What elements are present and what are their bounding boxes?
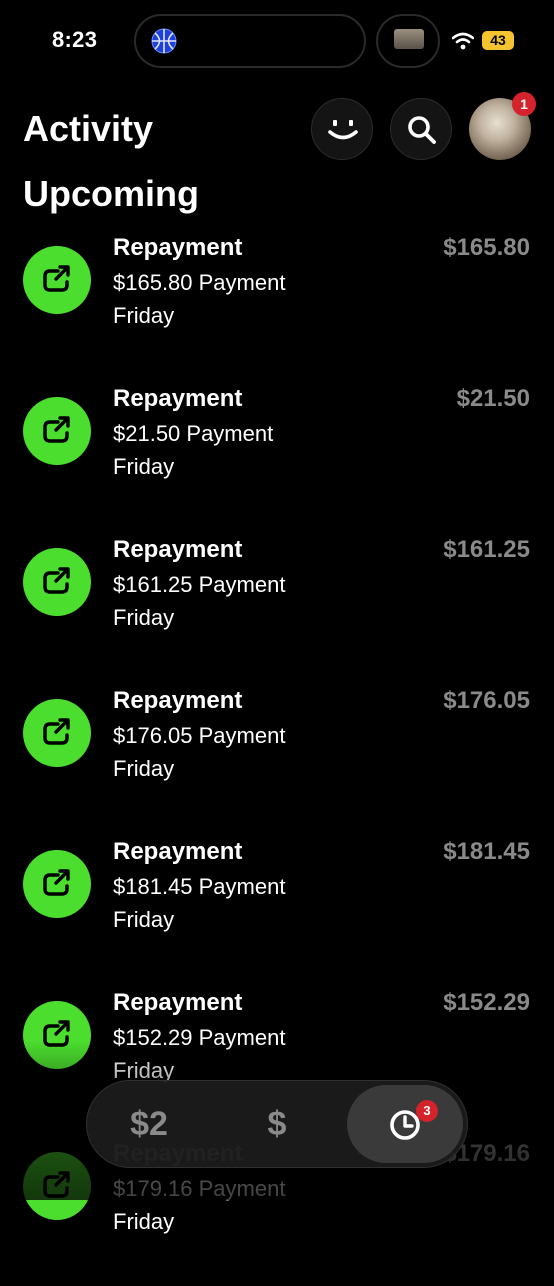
- tab-activity[interactable]: [347, 1081, 463, 1167]
- search-button[interactable]: [390, 98, 452, 160]
- item-title: Repayment: [113, 385, 243, 412]
- item-subtitle: $21.50 Payment: [113, 421, 274, 446]
- list-item[interactable]: Repayment $21.50 Payment Friday $21.50: [0, 381, 554, 531]
- item-amount: $181.45: [443, 838, 530, 865]
- repeat-icon: [43, 1171, 70, 1198]
- smile-icon: [328, 120, 358, 140]
- item-subtitle: $152.29 Payment: [113, 1025, 286, 1050]
- repayment-icon-circle: [23, 850, 91, 918]
- repayment-icon-circle: [23, 699, 91, 767]
- item-subtitle: $176.05 Payment: [113, 723, 286, 748]
- item-subtitle: $165.80 Payment: [113, 270, 286, 295]
- item-amount: $152.29: [443, 989, 530, 1016]
- item-day: Friday: [113, 907, 175, 932]
- item-amount: $165.80: [443, 234, 530, 261]
- status-bar: 8:23 43: [0, 0, 554, 90]
- list-item[interactable]: Repayment $161.25 Payment Friday $161.25: [0, 532, 554, 682]
- clock-icon: [390, 1110, 420, 1140]
- repayment-icon-circle: [23, 548, 91, 616]
- page-title: Activity: [23, 108, 154, 149]
- activity-badge: 3: [416, 1100, 438, 1122]
- battery-indicator: 43: [482, 31, 514, 50]
- item-subtitle: $181.45 Payment: [113, 874, 286, 899]
- item-day: Friday: [113, 303, 175, 328]
- item-title: Repayment: [113, 989, 243, 1016]
- repayment-icon-circle: [23, 397, 91, 465]
- basketball-icon: [151, 28, 177, 54]
- repeat-icon: [43, 1020, 70, 1047]
- tab-cash[interactable]: $2: [107, 1081, 191, 1167]
- repeat-icon: [43, 416, 70, 443]
- item-title: Repayment: [113, 687, 243, 714]
- section-title: Upcoming: [23, 173, 199, 214]
- tab-money[interactable]: $: [237, 1081, 317, 1167]
- item-day: Friday: [113, 1209, 175, 1234]
- item-amount: $176.05: [443, 687, 530, 714]
- repeat-icon: [43, 869, 70, 896]
- repayment-icon-circle: [23, 246, 91, 314]
- item-title: Repayment: [113, 234, 243, 261]
- item-subtitle: $161.25 Payment: [113, 572, 286, 597]
- item-subtitle: $179.16 Payment: [113, 1176, 286, 1201]
- dynamic-island[interactable]: [134, 14, 366, 68]
- item-day: Friday: [113, 756, 175, 781]
- repeat-icon: [43, 718, 70, 745]
- item-amount: $21.50: [456, 385, 530, 412]
- item-title: Repayment: [113, 536, 243, 563]
- tab-bar: $2 $ 3: [86, 1080, 468, 1168]
- wifi-icon: [452, 32, 474, 50]
- repeat-icon: [43, 567, 70, 594]
- item-day: Friday: [113, 605, 175, 630]
- list-item[interactable]: Repayment $165.80 Payment Friday $165.80: [0, 230, 554, 380]
- repeat-icon: [43, 265, 70, 292]
- repayment-icon-circle: [23, 1152, 91, 1220]
- item-day: Friday: [113, 454, 175, 479]
- now-playing-pill[interactable]: [376, 14, 440, 68]
- repayment-icon-circle: [23, 1001, 91, 1069]
- notification-badge: 1: [512, 92, 536, 116]
- list-item[interactable]: Repayment $181.45 Payment Friday $181.45: [0, 834, 554, 984]
- album-art: [394, 29, 424, 49]
- item-title: Repayment: [113, 838, 243, 865]
- status-time: 8:23: [52, 27, 98, 52]
- list-item[interactable]: Repayment $176.05 Payment Friday $176.05: [0, 683, 554, 833]
- item-amount: $161.25: [443, 536, 530, 563]
- smile-button[interactable]: [311, 98, 373, 160]
- search-icon: [408, 116, 436, 144]
